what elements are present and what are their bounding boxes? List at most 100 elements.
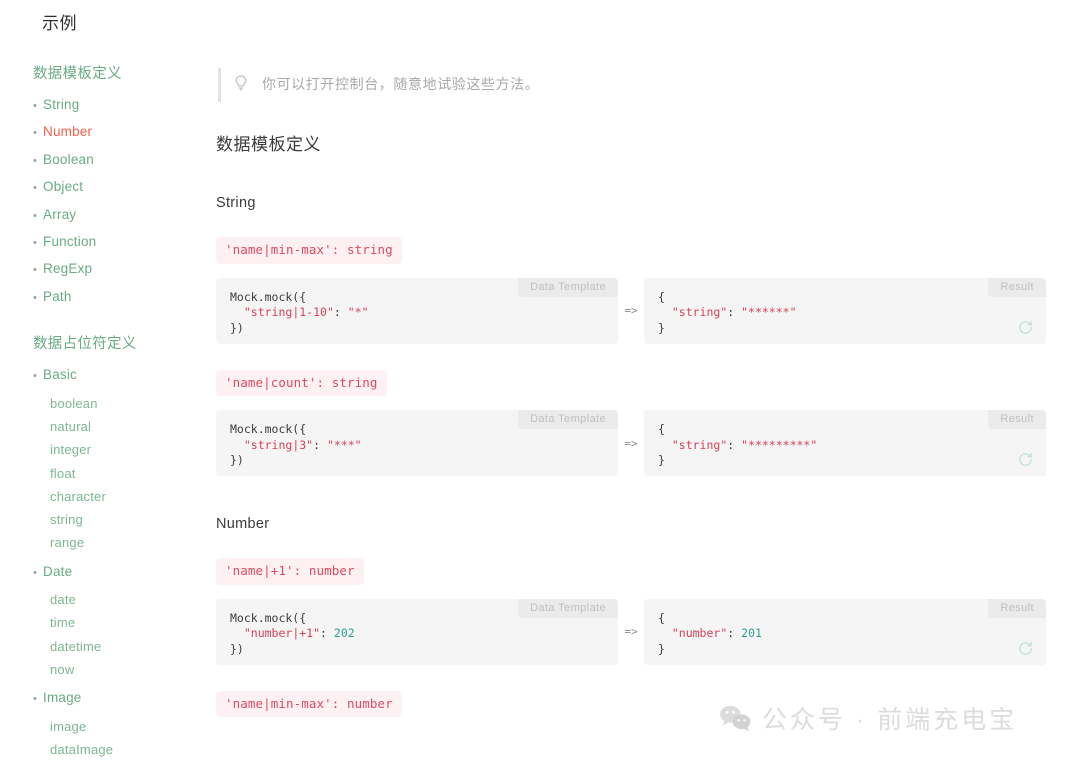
sidebar-item-path[interactable]: • Path bbox=[33, 284, 200, 311]
sidebar-subitem-now[interactable]: now bbox=[50, 658, 200, 681]
tip-text: 你可以打开控制台，随意地试验这些方法。 bbox=[262, 74, 539, 94]
code-value: "*********" bbox=[741, 438, 817, 452]
sidebar-item-label: Image bbox=[43, 685, 82, 711]
page-section-title: 数据模板定义 bbox=[208, 130, 1048, 155]
code-value: 202 bbox=[334, 626, 355, 640]
code-key: "string|3" bbox=[244, 438, 313, 452]
subsection-title-number: Number bbox=[208, 516, 1048, 532]
sidebar-item-label: Number bbox=[43, 119, 92, 145]
result-code: { "string": "*********" } bbox=[644, 410, 1046, 469]
sidebar-item-label: Array bbox=[43, 202, 76, 228]
bullet-dot-icon: • bbox=[33, 175, 43, 201]
code-key: "string|1-10" bbox=[244, 305, 334, 319]
tip-callout: 你可以打开控制台，随意地试验这些方法。 bbox=[208, 62, 1048, 106]
sidebar-item-label: Basic bbox=[43, 362, 77, 388]
sidebar-subitem-range[interactable]: range bbox=[50, 531, 200, 554]
sidebar-group-data-template: 数据模板定义 • String • Number • Boolean • Obj… bbox=[33, 62, 200, 311]
panel-badge-result: Result bbox=[988, 278, 1046, 297]
sidebar-sublist-image: image dataImage bbox=[33, 715, 200, 761]
sidebar-item-label: Boolean bbox=[43, 147, 94, 173]
panel-badge-result: Result bbox=[988, 410, 1046, 429]
sidebar-subitem-integer[interactable]: integer bbox=[50, 438, 200, 461]
sidebar-subitem-time[interactable]: time bbox=[50, 611, 200, 634]
subsection-title-string: String bbox=[208, 195, 1048, 211]
bullet-dot-icon: • bbox=[33, 686, 43, 712]
result-code: { "number": 201 } bbox=[644, 599, 1046, 658]
example-page: 示例 数据模板定义 • String • Number • Boolean • … bbox=[0, 0, 1080, 761]
code-key: "string" bbox=[672, 305, 727, 319]
sidebar-item-object[interactable]: • Object bbox=[33, 174, 200, 201]
bullet-dot-icon: • bbox=[33, 363, 43, 389]
sidebar-item-basic[interactable]: • Basic bbox=[33, 362, 200, 389]
sidebar-item-string[interactable]: • String bbox=[33, 92, 200, 119]
main-content: 你可以打开控制台，随意地试验这些方法。 数据模板定义 String 'name|… bbox=[200, 0, 1080, 761]
refresh-icon[interactable] bbox=[1017, 640, 1034, 657]
code-key: "number" bbox=[672, 626, 727, 640]
sidebar-item-label: RegExp bbox=[43, 256, 92, 282]
data-template-panel: Data Template Mock.mock({ "string|1-10":… bbox=[216, 278, 618, 344]
example-row: Data Template Mock.mock({ "string|3": "*… bbox=[216, 410, 1048, 476]
panel-badge-template: Data Template bbox=[518, 599, 618, 618]
sidebar-item-function[interactable]: • Function bbox=[33, 229, 200, 256]
signature-chip: 'name|count': string bbox=[216, 370, 387, 397]
sidebar-item-array[interactable]: • Array bbox=[33, 202, 200, 229]
arrow-glyph: => bbox=[618, 599, 644, 665]
result-panel: Result { "number": 201 } bbox=[644, 599, 1046, 665]
code-value: "***" bbox=[327, 438, 362, 452]
sidebar-subitem-datetime[interactable]: datetime bbox=[50, 635, 200, 658]
bullet-dot-icon: • bbox=[33, 203, 43, 229]
example-row: Data Template Mock.mock({ "string|1-10":… bbox=[216, 278, 1048, 344]
code-key: "string" bbox=[672, 438, 727, 452]
sidebar-subitem-float[interactable]: float bbox=[50, 462, 200, 485]
bullet-dot-icon: • bbox=[33, 257, 43, 283]
sidebar-subitem-dataimage[interactable]: dataImage bbox=[50, 738, 200, 761]
code-value: "*" bbox=[348, 305, 369, 319]
sidebar-subitem-image[interactable]: image bbox=[50, 715, 200, 738]
bullet-dot-icon: • bbox=[33, 120, 43, 146]
result-panel: Result { "string": "*********" } bbox=[644, 410, 1046, 476]
bullet-dot-icon: • bbox=[33, 230, 43, 256]
sidebar-subitem-natural[interactable]: natural bbox=[50, 415, 200, 438]
arrow-glyph: => bbox=[618, 410, 644, 476]
sidebar-item-date[interactable]: • Date bbox=[33, 559, 200, 586]
result-panel: Result { "string": "******" } bbox=[644, 278, 1046, 344]
arrow-glyph: => bbox=[618, 278, 644, 344]
data-template-panel: Data Template Mock.mock({ "string|3": "*… bbox=[216, 410, 618, 476]
panel-badge-template: Data Template bbox=[518, 278, 618, 297]
sidebar-item-label: Path bbox=[43, 284, 72, 310]
code-value: "******" bbox=[741, 305, 796, 319]
sidebar-heading-data-placeholder: 数据占位符定义 bbox=[33, 332, 200, 353]
sidebar-item-image[interactable]: • Image bbox=[33, 685, 200, 712]
panel-badge-result: Result bbox=[988, 599, 1046, 618]
panel-badge-template: Data Template bbox=[518, 410, 618, 429]
sidebar-item-boolean[interactable]: • Boolean bbox=[33, 147, 200, 174]
code-value: 201 bbox=[741, 626, 762, 640]
sidebar-subitem-character[interactable]: character bbox=[50, 485, 200, 508]
sidebar-item-regexp[interactable]: • RegExp bbox=[33, 256, 200, 283]
bullet-dot-icon: • bbox=[33, 560, 43, 586]
sidebar-item-label: Function bbox=[43, 229, 96, 255]
bullet-dot-icon: • bbox=[33, 93, 43, 119]
sidebar-subitem-boolean[interactable]: boolean bbox=[50, 392, 200, 415]
sidebar-item-label: String bbox=[43, 92, 79, 118]
result-code: { "string": "******" } bbox=[644, 278, 1046, 337]
refresh-icon[interactable] bbox=[1017, 319, 1034, 336]
sidebar-sublist-date: date time datetime now bbox=[33, 588, 200, 681]
signature-chip: 'name|min-max': string bbox=[216, 237, 402, 264]
sidebar-item-number[interactable]: • Number bbox=[33, 119, 200, 146]
signature-chip: 'name|min-max': number bbox=[216, 691, 402, 718]
bullet-dot-icon: • bbox=[33, 148, 43, 174]
sidebar-heading-data-template: 数据模板定义 bbox=[33, 62, 200, 83]
sidebar-group-data-placeholder: 数据占位符定义 • Basic boolean natural integer … bbox=[33, 332, 200, 761]
page-title: 示例 bbox=[42, 9, 77, 34]
sidebar-item-label: Date bbox=[43, 559, 72, 585]
data-template-panel: Data Template Mock.mock({ "number|+1": 2… bbox=[216, 599, 618, 665]
sidebar-item-label: Object bbox=[43, 174, 83, 200]
sidebar-subitem-date[interactable]: date bbox=[50, 588, 200, 611]
lightbulb-icon bbox=[230, 73, 252, 95]
sidebar-nav: 数据模板定义 • String • Number • Boolean • Obj… bbox=[0, 62, 200, 761]
refresh-icon[interactable] bbox=[1017, 451, 1034, 468]
sidebar-subitem-string[interactable]: string bbox=[50, 508, 200, 531]
code-key: "number|+1" bbox=[244, 626, 320, 640]
example-row: Data Template Mock.mock({ "number|+1": 2… bbox=[216, 599, 1048, 665]
